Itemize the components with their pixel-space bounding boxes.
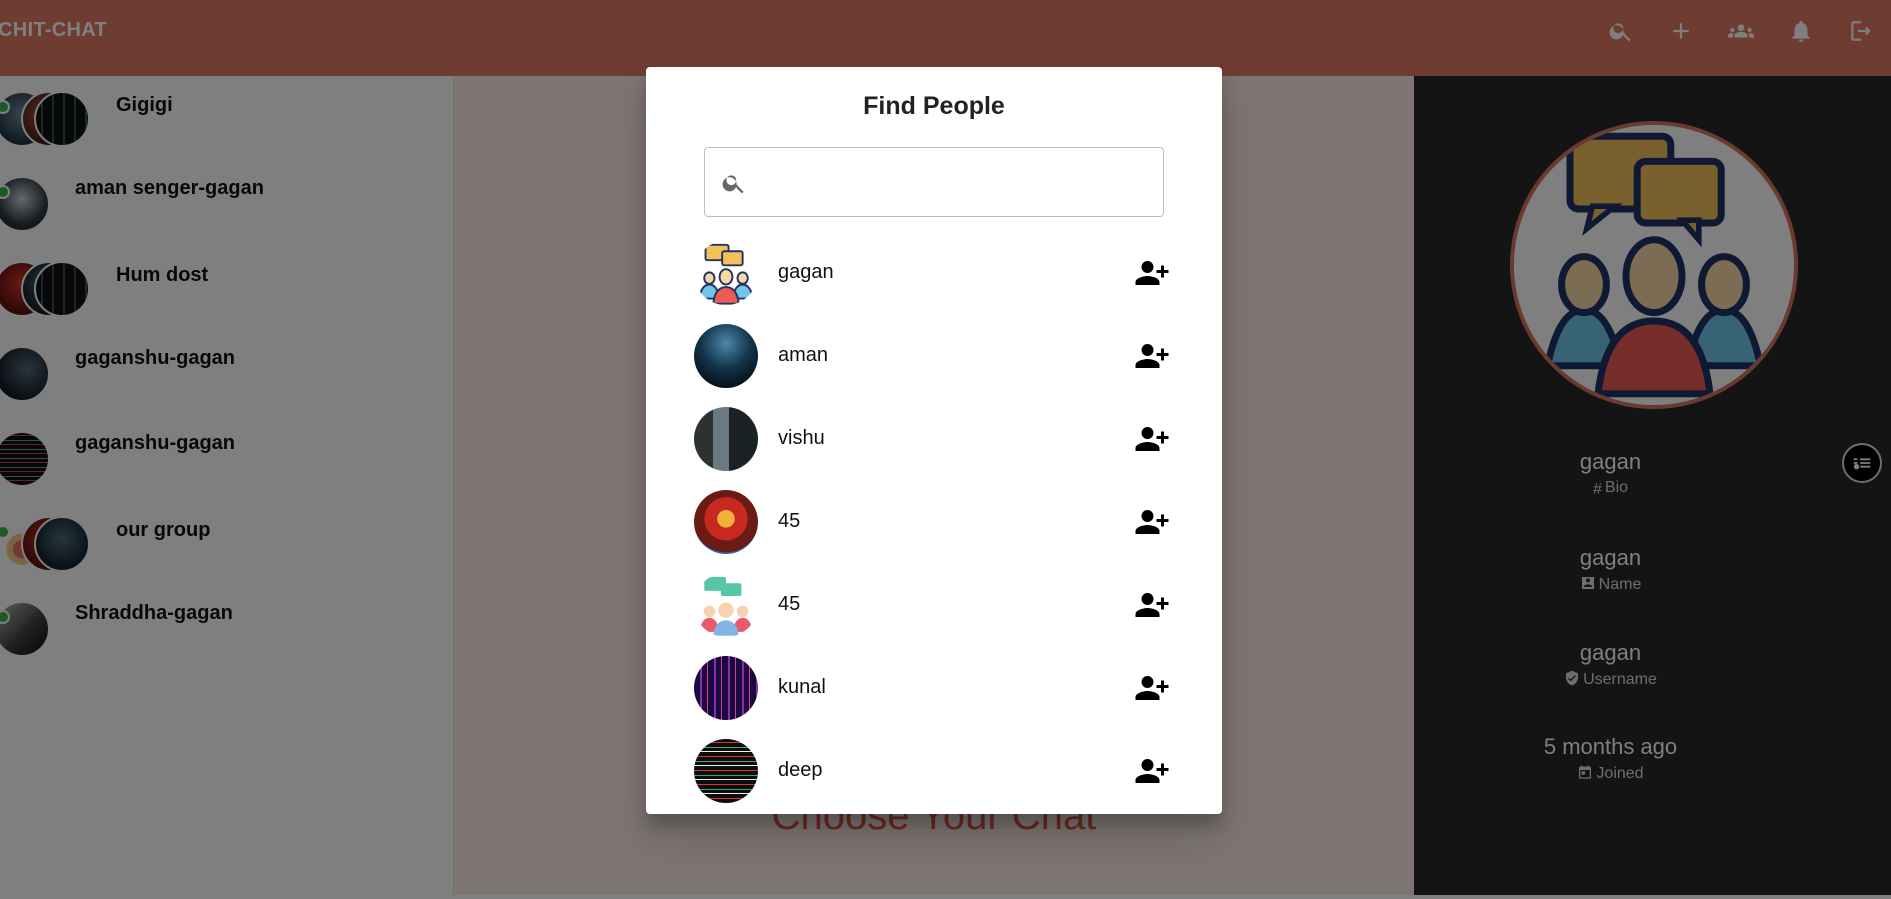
person-avatar (694, 241, 758, 305)
person-name: vishu (778, 427, 825, 449)
search-field (704, 147, 1164, 217)
people-list: gagan aman vishu 45 45 kunal deep (646, 231, 1222, 812)
dialog-title: Find People (863, 92, 1005, 120)
add-friend-button[interactable] (1134, 506, 1170, 538)
add-friend-button[interactable] (1134, 340, 1170, 372)
person-row[interactable]: 45 (646, 563, 1222, 646)
add-friend-button[interactable] (1134, 755, 1170, 787)
person-avatar (694, 490, 758, 554)
search-icon (722, 175, 744, 194)
person-add-icon (1135, 676, 1169, 700)
add-friend-button[interactable] (1134, 672, 1170, 704)
person-add-icon (1135, 759, 1169, 783)
person-row[interactable]: kunal (646, 646, 1222, 729)
person-add-icon (1135, 510, 1169, 534)
person-name: 45 (778, 510, 801, 532)
person-avatar (694, 407, 758, 471)
add-friend-button[interactable] (1134, 423, 1170, 455)
find-people-dialog: Find People gagan aman vishu 45 45 kunal… (646, 67, 1222, 814)
person-row[interactable]: vishu (646, 397, 1222, 480)
person-name: 45 (778, 593, 801, 615)
person-name: gagan (778, 261, 834, 283)
person-row[interactable]: deep (646, 729, 1222, 812)
person-name: aman (778, 344, 829, 366)
person-add-icon (1135, 344, 1169, 368)
person-row[interactable]: aman (646, 314, 1222, 397)
search-input[interactable] (759, 160, 1149, 206)
add-friend-button[interactable] (1134, 589, 1170, 621)
person-avatar (694, 739, 758, 803)
person-avatar (694, 573, 758, 637)
person-name: kunal (778, 676, 826, 698)
person-row[interactable]: gagan (646, 231, 1222, 314)
person-add-icon (1135, 427, 1169, 451)
person-avatar (694, 656, 758, 720)
person-name: deep (778, 759, 823, 781)
person-add-icon (1135, 261, 1169, 285)
person-avatar (694, 324, 758, 388)
add-friend-button[interactable] (1134, 257, 1170, 289)
person-row[interactable]: 45 (646, 480, 1222, 563)
person-add-icon (1135, 593, 1169, 617)
